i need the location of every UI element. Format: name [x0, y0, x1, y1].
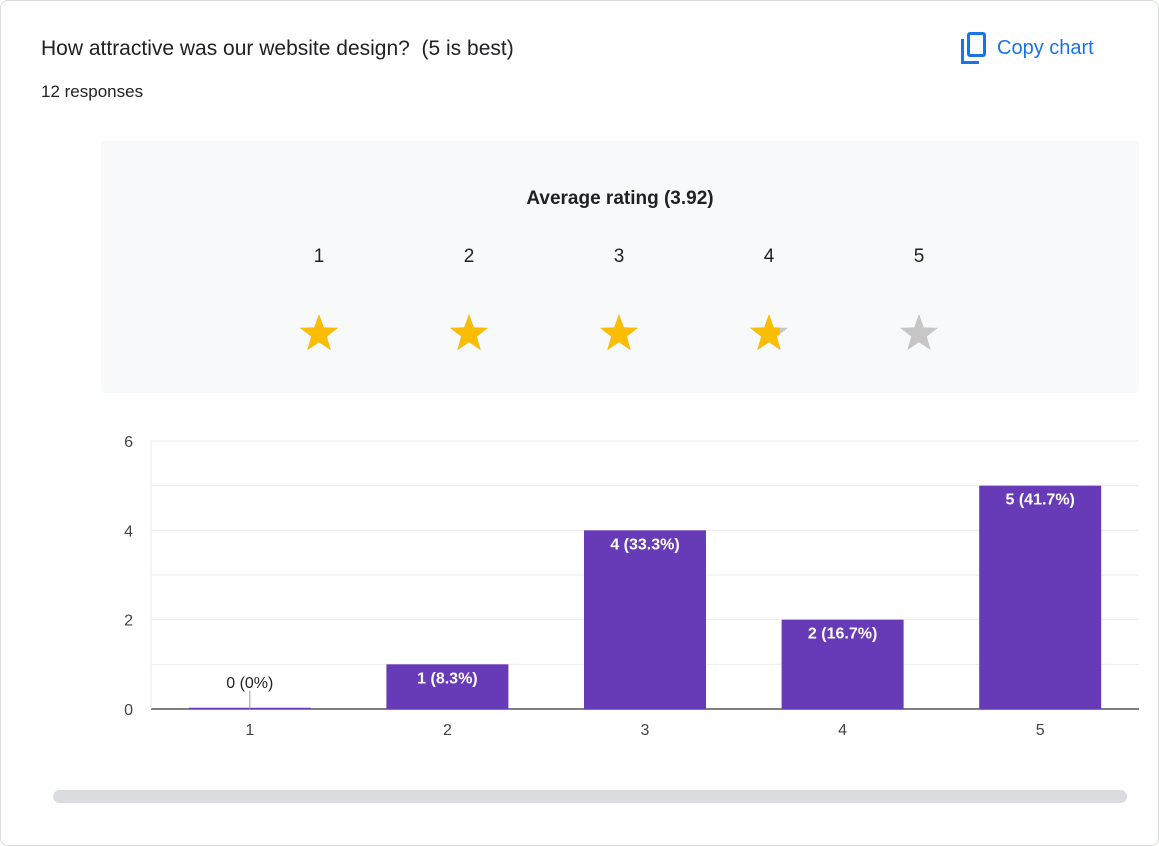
copy-chart-button[interactable]: Copy chart — [951, 27, 1102, 69]
rating-column-4: 4 — [739, 244, 799, 354]
rating-scale-label: 4 — [763, 246, 775, 267]
rating-scale-label: 1 — [313, 246, 325, 267]
bar-data-label: 1 (8.3%) — [417, 670, 477, 687]
x-tick-label: 2 — [443, 722, 452, 739]
horizontal-scrollbar[interactable] — [53, 790, 1127, 803]
average-rating-label: Average rating (3.92) — [526, 188, 714, 209]
bar-data-label: 5 (41.7%) — [1006, 492, 1075, 509]
bar-data-label: 4 (33.3%) — [610, 536, 679, 553]
star-icon — [899, 314, 939, 351]
copy-icon — [959, 32, 987, 64]
star-icon — [299, 314, 339, 351]
x-tick-label: 1 — [245, 722, 254, 739]
y-tick-label: 4 — [124, 523, 133, 540]
rating-scale-label: 5 — [913, 246, 925, 267]
x-tick-label: 3 — [641, 722, 650, 739]
y-tick-label: 6 — [124, 434, 133, 451]
star-icon — [449, 314, 489, 351]
average-rating-panel: Average rating (3.92) 1 2 3 4 5 — [101, 141, 1139, 393]
x-tick-label: 5 — [1036, 722, 1045, 739]
copy-chart-label: Copy chart — [997, 36, 1094, 59]
bar-data-label: 0 (0%) — [226, 675, 273, 692]
rating-column-5: 5 — [889, 244, 949, 354]
y-tick-label: 2 — [124, 613, 133, 630]
rating-scale-label: 3 — [613, 246, 625, 267]
bar — [979, 485, 1102, 709]
bar-chart: 0 2 4 6 0 (0%) 1 1 (8.3%) 2 4 (33.3%) 3 2 (16.7%) 4… — [124, 434, 1139, 739]
rating-column-2: 2 — [439, 244, 499, 354]
chart-card: How attractive was our website design? (… — [0, 0, 1159, 846]
y-tick-label: 0 — [124, 702, 133, 719]
star-icon — [599, 314, 639, 351]
rating-column-3: 3 — [589, 244, 649, 354]
bar-data-label: 2 (16.7%) — [808, 626, 877, 643]
response-count: 12 responses — [41, 82, 144, 101]
question-title: How attractive was our website design? (… — [41, 37, 514, 60]
rating-column-1: 1 — [289, 244, 349, 354]
x-tick-label: 4 — [838, 722, 847, 739]
star-icon — [749, 314, 789, 351]
bar — [584, 530, 706, 709]
rating-scale-label: 2 — [463, 246, 475, 267]
